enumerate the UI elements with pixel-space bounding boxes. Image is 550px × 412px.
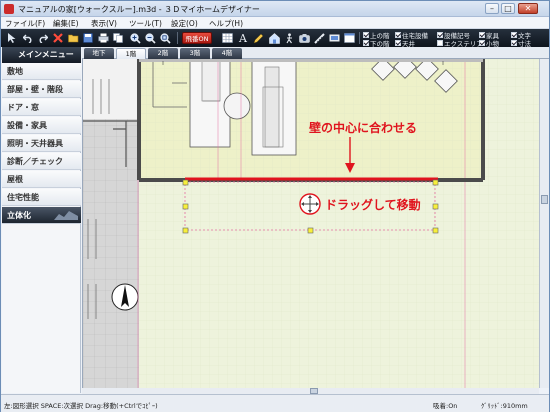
undo-icon[interactable]	[21, 31, 35, 45]
sidebar-item-doors-windows[interactable]: ドア・窓	[2, 99, 81, 116]
tab-floor-4[interactable]: 4階	[212, 48, 242, 59]
camera-icon[interactable]	[297, 31, 311, 45]
annotation-drag-to-move: ドラッグして移動	[325, 198, 421, 212]
floor-plan-canvas[interactable]: 壁の中心に合わせる ドラッグして移動	[82, 59, 539, 388]
redo-icon[interactable]	[36, 31, 50, 45]
floor-tabs: 地下 1階 2階 3階 4階	[82, 47, 549, 59]
sidebar-item-equipment-furniture[interactable]: 設備・家具	[2, 117, 81, 134]
app-window: マニュアルの家[ウォークスルー].m3d - ３Ｄマイホームデザイナー – □ …	[0, 0, 550, 412]
status-hint: 左:図形選択 SPACE:次選択 Drag:移動(+Ctrlでｺﾋﾟｰ)	[4, 402, 158, 410]
app-logo-icon	[4, 4, 14, 14]
floor-plan-drawing	[83, 59, 539, 388]
open-folder-icon[interactable]	[66, 31, 80, 45]
title-bar: マニュアルの家[ウォークスルー].m3d - ３Ｄマイホームデザイナー – □ …	[1, 1, 549, 17]
house-silhouette-icon	[54, 211, 78, 220]
window-view-icon[interactable]	[342, 31, 356, 45]
menu-settings[interactable]: 設定(O)	[171, 18, 198, 29]
material-icon[interactable]	[327, 31, 341, 45]
tab-floor-1[interactable]: 1階	[116, 48, 146, 59]
sidebar-item-diagnosis-check[interactable]: 診断／チェック	[2, 153, 81, 170]
sidebar-item-rooms-walls-stairs[interactable]: 部屋・壁・階段	[2, 81, 81, 98]
sidebar-item-housing-performance[interactable]: 住宅性能	[2, 189, 81, 206]
toolbar-separator	[359, 32, 360, 44]
annotation-align-wall-center: 壁の中心に合わせる	[309, 121, 418, 135]
sidebar-item-lighting-ceiling[interactable]: 照明・天井器具	[2, 135, 81, 152]
print-icon[interactable]	[96, 31, 110, 45]
sidebar-item-label: 立体化	[7, 211, 31, 220]
vertical-scrollbar[interactable]	[539, 59, 549, 388]
kaibei-on-button[interactable]: 飛番ON	[182, 32, 212, 44]
sidebar-item-roof[interactable]: 屋根	[2, 171, 81, 188]
pen-draw-icon[interactable]	[251, 31, 265, 45]
zoom-in-icon[interactable]	[128, 31, 142, 45]
menu-bar: ファイル(F) 編集(E) 表示(V) ツール(T) 設定(O) ヘルプ(H)	[1, 17, 549, 29]
tab-basement[interactable]: 地下	[84, 48, 114, 59]
measure-icon[interactable]	[312, 31, 326, 45]
menu-tool[interactable]: ツール(T)	[129, 18, 162, 29]
sidebar-item-site[interactable]: 敷地	[2, 63, 81, 80]
maximize-button[interactable]: □	[501, 3, 515, 14]
tab-floor-3[interactable]: 3階	[180, 48, 210, 59]
walkthrough-icon[interactable]	[282, 31, 296, 45]
vertical-scroll-thumb[interactable]	[541, 195, 548, 204]
house-3d-icon[interactable]	[267, 31, 281, 45]
tab-floor-2[interactable]: 2階	[148, 48, 178, 59]
close-button[interactable]: ✕	[518, 3, 538, 14]
select-arrow-icon[interactable]	[5, 31, 19, 45]
window-title: マニュアルの家[ウォークスルー].m3d - ３Ｄマイホームデザイナー	[18, 5, 260, 14]
menu-help[interactable]: ヘルプ(H)	[209, 18, 243, 29]
minimize-button[interactable]: –	[485, 3, 499, 14]
menu-view[interactable]: 表示(V)	[91, 18, 117, 29]
grid-table-icon[interactable]	[220, 31, 234, 45]
status-bar: 左:図形選択 SPACE:次選択 Drag:移動(+Ctrlでｺﾋﾟｰ) 吸着:…	[1, 394, 549, 412]
status-snap: 吸着:On	[433, 402, 458, 410]
status-grid: ｸﾞﾘｯﾄﾞ:910mm	[481, 402, 528, 410]
toolbar: 飛番ON A 上の階 住宅設備 設備記号 家具 文字 下の階 天井 エクステリア…	[1, 29, 549, 48]
zoom-fit-icon[interactable]	[158, 31, 172, 45]
copy-icon[interactable]	[111, 31, 125, 45]
sidebar-item-3d-build[interactable]: 立体化	[2, 207, 81, 224]
save-disk-icon[interactable]	[81, 31, 95, 45]
text-tool-icon[interactable]: A	[236, 31, 250, 45]
menu-edit[interactable]: 編集(E)	[53, 18, 79, 29]
menu-file[interactable]: ファイル(F)	[5, 18, 45, 29]
main-menu-sidebar: メインメニュー 敷地 部屋・壁・階段 ドア・窓 設備・家具 照明・天井器具 診断…	[2, 47, 81, 393]
delete-icon[interactable]	[51, 31, 65, 45]
toolbar-separator	[177, 32, 178, 44]
main-menu-title: メインメニュー	[2, 47, 81, 63]
zoom-out-icon[interactable]	[143, 31, 157, 45]
